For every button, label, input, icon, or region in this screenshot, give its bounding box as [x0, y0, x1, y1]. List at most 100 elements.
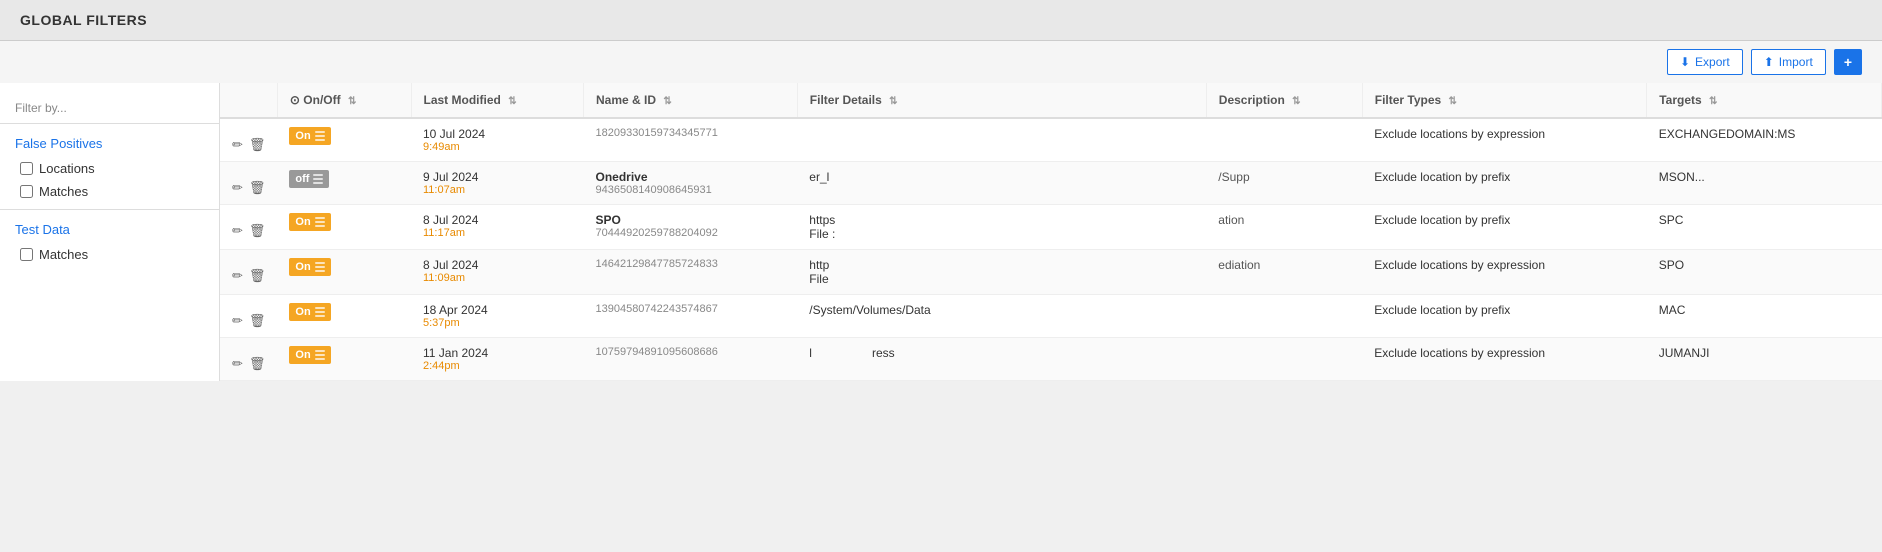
- matches-td-label: Matches: [39, 247, 88, 262]
- sort-filter-details-icon[interactable]: ⇅: [889, 96, 897, 107]
- filter-details-cell: /System/Volumes/Data: [797, 295, 1206, 338]
- description-cell: [1206, 118, 1362, 162]
- filters-table: ⊙ On/Off ⇅ Last Modified ⇅ Name & ID ⇅: [220, 83, 1882, 381]
- filter-type-cell: Exclude location by prefix: [1362, 162, 1647, 205]
- edit-icon[interactable]: ✏: [232, 356, 243, 372]
- table-row: ✏ 🗑 On 18 Apr 2024 5:37pm139045807422435…: [220, 295, 1882, 338]
- toggle-on[interactable]: On: [289, 346, 330, 364]
- toggle-lines-icon: [315, 307, 325, 317]
- locations-checkbox[interactable]: [20, 162, 33, 175]
- targets-value: EXCHANGEDOMAIN:MS: [1659, 127, 1796, 141]
- toggle-cell[interactable]: On: [277, 250, 411, 295]
- delete-icon[interactable]: 🗑: [249, 223, 266, 239]
- date-cell: 18 Apr 2024 5:37pm: [411, 295, 583, 338]
- sidebar-item-matches-td[interactable]: Matches: [0, 243, 219, 266]
- toolbar: ⬇ Export ⬆ Import +: [0, 41, 1882, 83]
- col-filter-types[interactable]: Filter Types ⇅: [1362, 83, 1647, 118]
- col-name-id[interactable]: Name & ID ⇅: [583, 83, 797, 118]
- sort-filter-types-icon[interactable]: ⇅: [1449, 96, 1457, 107]
- col-on-off[interactable]: ⊙ On/Off ⇅: [277, 83, 411, 118]
- toggle-on[interactable]: On: [289, 303, 330, 321]
- time-value: 11:17am: [423, 227, 571, 239]
- date-value: 18 Apr 2024: [423, 303, 571, 317]
- filter-type-cell: Exclude locations by expression: [1362, 118, 1647, 162]
- targets-value: JUMANJI: [1659, 346, 1710, 360]
- toggle-cell[interactable]: On: [277, 205, 411, 250]
- matches-td-checkbox[interactable]: [20, 248, 33, 261]
- name-id-cell: 10759794891095608686: [583, 338, 797, 381]
- toggle-cell[interactable]: On: [277, 295, 411, 338]
- sort-last-modified-icon[interactable]: ⇅: [508, 96, 516, 107]
- targets-value: MSON...: [1659, 170, 1705, 184]
- edit-icon[interactable]: ✏: [232, 313, 243, 329]
- id-value: 70444920259788204092: [595, 227, 785, 239]
- col-last-modified[interactable]: Last Modified ⇅: [411, 83, 583, 118]
- name-id-cell: 13904580742243574867: [583, 295, 797, 338]
- filter-type-cell: Exclude locations by expression: [1362, 338, 1647, 381]
- matches-fp-checkbox[interactable]: [20, 185, 33, 198]
- sidebar-item-test-data[interactable]: Test Data: [0, 216, 219, 243]
- off-label: off: [295, 173, 309, 185]
- description-cell: ediation: [1206, 250, 1362, 295]
- time-value: 11:07am: [423, 184, 571, 196]
- export-button[interactable]: ⬇ Export: [1667, 49, 1743, 75]
- description-value: ediation: [1218, 258, 1260, 272]
- description-cell: /Supp: [1206, 162, 1362, 205]
- col-actions: [220, 83, 277, 118]
- add-button[interactable]: +: [1834, 49, 1862, 75]
- main-layout: Filter by... False Positives Locations M…: [0, 83, 1882, 381]
- filter-type-cell: Exclude location by prefix: [1362, 205, 1647, 250]
- sort-name-id-icon[interactable]: ⇅: [663, 96, 671, 107]
- date-value: 8 Jul 2024: [423, 258, 571, 272]
- delete-icon[interactable]: 🗑: [249, 180, 266, 196]
- targets-value: SPC: [1659, 213, 1684, 227]
- delete-icon[interactable]: 🗑: [249, 313, 266, 329]
- import-button[interactable]: ⬆ Import: [1751, 49, 1826, 75]
- edit-icon[interactable]: ✏: [232, 223, 243, 239]
- filter-details-cell: httpFile: [797, 250, 1206, 295]
- sidebar-item-false-positives[interactable]: False Positives: [0, 130, 219, 157]
- edit-icon[interactable]: ✏: [232, 268, 243, 284]
- name-id-cell: SPO 70444920259788204092: [583, 205, 797, 250]
- id-value: 10759794891095608686: [595, 346, 785, 358]
- col-targets[interactable]: Targets ⇅: [1647, 83, 1882, 118]
- sort-targets-icon[interactable]: ⇅: [1709, 96, 1717, 107]
- sort-description-icon[interactable]: ⇅: [1292, 96, 1300, 107]
- date-value: 10 Jul 2024: [423, 127, 571, 141]
- col-description[interactable]: Description ⇅: [1206, 83, 1362, 118]
- date-value: 8 Jul 2024: [423, 213, 571, 227]
- id-value: 9436508140908645931: [595, 184, 785, 196]
- filter-details-cell: er_l: [797, 162, 1206, 205]
- export-icon: ⬇: [1680, 55, 1690, 69]
- toggle-cell[interactable]: On: [277, 338, 411, 381]
- delete-icon[interactable]: 🗑: [249, 137, 266, 153]
- delete-icon[interactable]: 🗑: [249, 268, 266, 284]
- on-label: On: [295, 130, 310, 142]
- sidebar-item-matches-fp[interactable]: Matches: [0, 180, 219, 203]
- toggle-off[interactable]: off: [289, 170, 329, 188]
- filter-details-value: httpFile: [809, 258, 829, 286]
- sidebar-item-locations[interactable]: Locations: [0, 157, 219, 180]
- time-value: 11:09am: [423, 272, 571, 284]
- targets-cell: MSON...: [1647, 162, 1882, 205]
- edit-icon[interactable]: ✏: [232, 137, 243, 153]
- toggle-on[interactable]: On: [289, 258, 330, 276]
- col-filter-details[interactable]: Filter Details ⇅: [797, 83, 1206, 118]
- toggle-cell[interactable]: off: [277, 162, 411, 205]
- table-row: ✏ 🗑 On 8 Jul 2024 11:09am146421298477857…: [220, 250, 1882, 295]
- toggle-lines-icon: [315, 350, 325, 360]
- toggle-cell[interactable]: On: [277, 118, 411, 162]
- targets-cell: SPC: [1647, 205, 1882, 250]
- edit-icon[interactable]: ✏: [232, 180, 243, 196]
- date-cell: 11 Jan 2024 2:44pm: [411, 338, 583, 381]
- actions-cell: ✏ 🗑: [220, 250, 277, 295]
- toggle-on[interactable]: On: [289, 127, 330, 145]
- delete-icon[interactable]: 🗑: [249, 356, 266, 372]
- sidebar: Filter by... False Positives Locations M…: [0, 83, 220, 381]
- actions-cell: ✏ 🗑: [220, 205, 277, 250]
- table-row: ✏ 🗑 On 8 Jul 2024 11:17am SPO 70444920259…: [220, 205, 1882, 250]
- sort-on-off-icon[interactable]: ⇅: [348, 96, 356, 107]
- toggle-on[interactable]: On: [289, 213, 330, 231]
- description-cell: [1206, 338, 1362, 381]
- on-label: On: [295, 261, 310, 273]
